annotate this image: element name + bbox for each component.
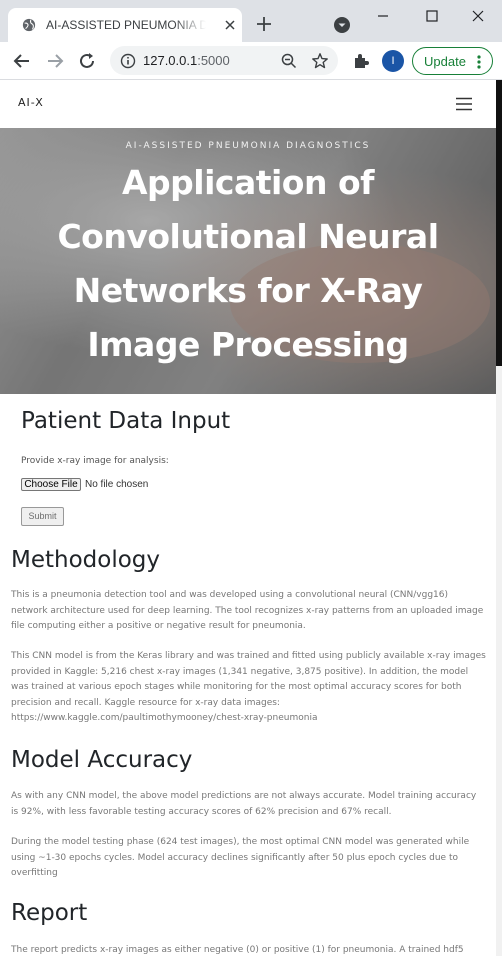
globe-icon xyxy=(22,18,36,32)
url-text[interactable]: 127.0.0.1:5000 xyxy=(143,53,230,68)
brand-logo-text[interactable]: AI-X xyxy=(18,96,44,109)
choose-file-button[interactable]: Choose File xyxy=(21,478,81,491)
maximize-icon[interactable] xyxy=(417,6,447,26)
methodology-heading: Methodology xyxy=(11,547,161,573)
browser-tab[interactable]: AI-ASSISTED PNEUMONIA DIAGNOSTICS xyxy=(8,8,242,42)
close-window-icon[interactable] xyxy=(463,6,493,26)
hero-title: Application of Convolutional Neural Netw… xyxy=(57,163,439,364)
model-accuracy-heading: Model Accuracy xyxy=(11,747,193,773)
url-host: 127.0.0.1 xyxy=(143,53,198,68)
site-info-icon[interactable] xyxy=(120,53,136,69)
update-button[interactable]: Update xyxy=(412,47,493,75)
extensions-puzzle-icon[interactable] xyxy=(351,51,371,71)
hero-kicker: AI-ASSISTED PNEUMONIA DIAGNOSTICS xyxy=(125,141,371,151)
hamburger-menu-icon[interactable] xyxy=(455,97,473,111)
model-accuracy-paragraph-2: During the model testing phase (624 test… xyxy=(11,837,470,878)
bookmark-star-icon[interactable] xyxy=(311,52,329,70)
browser-tab-strip: AI-ASSISTED PNEUMONIA DIAGNOSTICS xyxy=(0,0,502,42)
tab-search-icon[interactable] xyxy=(333,16,351,34)
reload-icon[interactable] xyxy=(77,51,97,71)
hero-banner: AI-ASSISTED PNEUMONIA DIAGNOSTICS Applic… xyxy=(0,128,496,394)
close-tab-icon[interactable] xyxy=(222,17,238,33)
upload-prompt: Provide x-ray image for analysis: xyxy=(21,456,169,466)
browser-toolbar: 127.0.0.1:5000 I Update xyxy=(0,42,502,80)
site-navbar: AI-X xyxy=(0,80,496,128)
update-label: Update xyxy=(424,54,466,69)
file-upload-field[interactable]: Choose File No file chosen xyxy=(21,478,241,496)
profile-avatar[interactable]: I xyxy=(382,50,404,72)
zoom-out-icon[interactable] xyxy=(280,52,298,70)
methodology-paragraph-1: This is a pneumonia detection tool and w… xyxy=(11,590,484,631)
url-port: :5000 xyxy=(197,53,230,68)
scrollbar-thumb[interactable] xyxy=(496,80,502,366)
model-accuracy-paragraph-1: As with any CNN model, the above model p… xyxy=(11,791,477,817)
report-paragraph-1: The report predicts x-ray images as eith… xyxy=(11,945,464,955)
report-heading: Report xyxy=(11,900,88,926)
patient-input-heading: Patient Data Input xyxy=(21,408,231,434)
methodology-paragraph-2: This CNN model is from the Keras library… xyxy=(11,651,486,723)
minimize-icon[interactable] xyxy=(368,6,398,26)
submit-button[interactable]: Submit xyxy=(21,507,64,526)
back-arrow-icon[interactable] xyxy=(12,51,32,71)
page-scrollbar[interactable] xyxy=(496,80,502,956)
tab-title: AI-ASSISTED PNEUMONIA DIAGNOSTICS xyxy=(46,18,206,32)
file-status: No file chosen xyxy=(85,479,149,490)
new-tab-plus-icon[interactable] xyxy=(254,14,274,34)
more-vertical-icon xyxy=(477,55,481,69)
forward-arrow-icon[interactable] xyxy=(45,51,65,71)
page-viewport: AI-X AI-ASSISTED PNEUMONIA DIAGNOSTICS A… xyxy=(0,80,496,956)
address-bar[interactable]: 127.0.0.1:5000 xyxy=(110,46,338,75)
